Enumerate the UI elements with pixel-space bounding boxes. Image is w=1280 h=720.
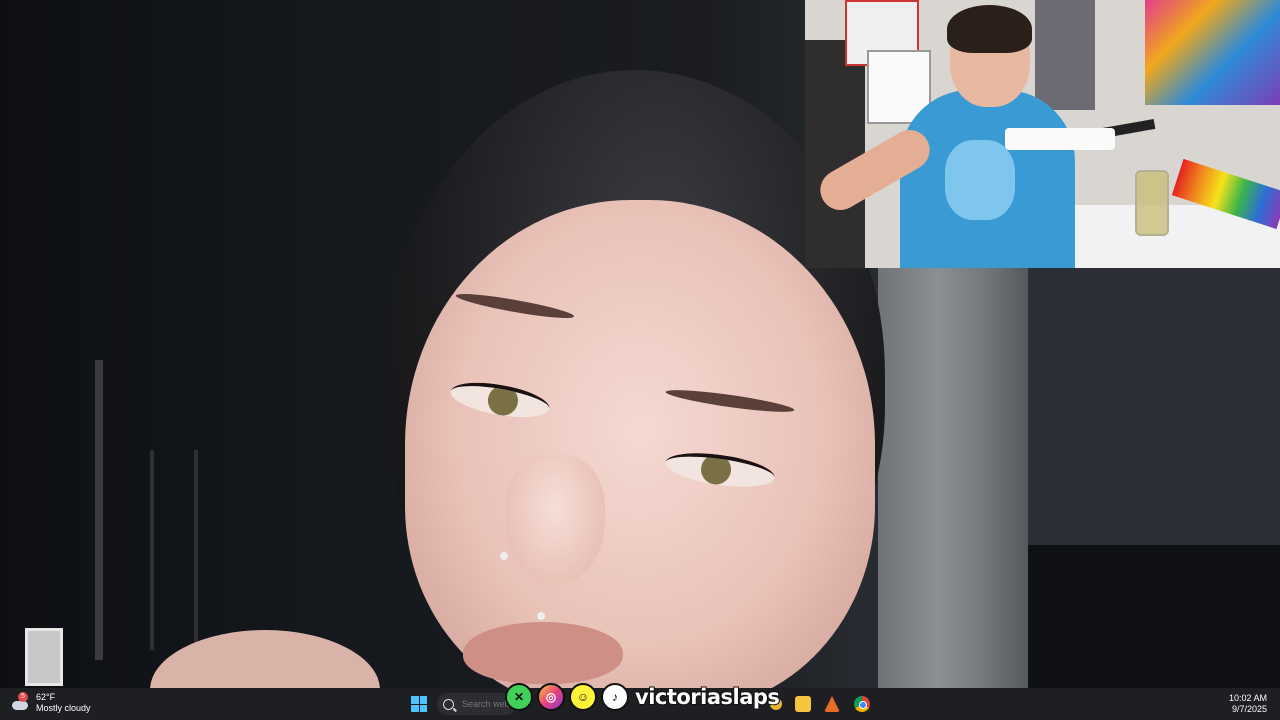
webcam-overlay: [805, 0, 1280, 268]
social-overlay: ✕ ◎ ☺ ♪ victoriaslaps: [505, 683, 781, 711]
app-icon[interactable]: [824, 696, 840, 712]
clock-date: 9/7/2025: [1231, 704, 1267, 714]
x-icon: ✕: [505, 683, 533, 711]
streamer-handle: victoriaslaps: [634, 684, 781, 710]
weather-widget[interactable]: 5 62°F Mostly cloudy: [10, 692, 91, 714]
instagram-icon: ◎: [537, 683, 565, 711]
file-explorer-icon[interactable]: [795, 696, 811, 712]
weather-temp: 62°F: [36, 692, 56, 702]
windows-start-icon[interactable]: [411, 696, 427, 712]
chrome-icon[interactable]: [854, 696, 870, 712]
system-clock[interactable]: 10:02 AM 9/7/2025: [1229, 693, 1267, 715]
snapchat-icon: ☺: [569, 683, 597, 711]
weather-condition: Mostly cloudy: [36, 703, 91, 713]
cloud-icon: 5: [10, 692, 30, 712]
tiktok-icon: ♪: [601, 683, 629, 711]
weather-alert-badge: 5: [18, 692, 28, 702]
search-icon: [443, 698, 454, 710]
clock-time: 10:02 AM: [1228, 693, 1267, 703]
